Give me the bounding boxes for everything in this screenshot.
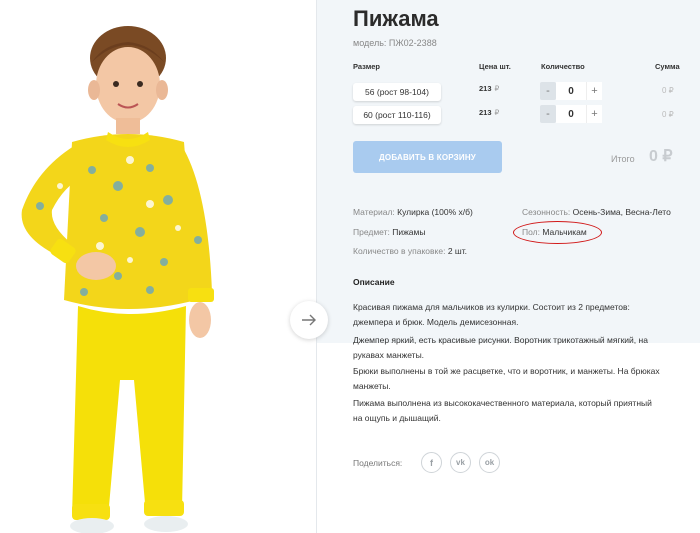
sum-row-2: 0 ₽: [662, 110, 674, 119]
header-sum: Сумма: [655, 62, 680, 71]
description-paragraph-3: Брюки выполнены в той же расцветке, что …: [353, 364, 698, 394]
header-price: Цена шт.: [479, 62, 511, 71]
text-line: Красивая пижама для мальчиков из кулирки…: [353, 302, 630, 312]
odnoklassniki-icon: ok: [484, 458, 495, 467]
facebook-share-button[interactable]: f: [421, 452, 442, 473]
ok-share-button[interactable]: ok: [479, 452, 500, 473]
facebook-icon: f: [430, 457, 433, 468]
currency-symbol: ₽: [494, 108, 500, 117]
attribute-subject: Предмет: Пижамы: [353, 227, 426, 237]
vk-icon: vk: [456, 458, 465, 467]
attribute-value: Осень-Зима, Весна-Лето: [572, 207, 671, 217]
text-line: Брюки выполнены в той же расцветке, что …: [353, 366, 660, 376]
product-model: модель: ПЖ02-2388: [353, 38, 437, 48]
currency-symbol: ₽: [494, 84, 500, 93]
add-to-cart-button[interactable]: ДОБАВИТЬ В КОРЗИНУ: [353, 141, 502, 173]
attribute-value: Кулирка (100% х/б): [397, 207, 473, 217]
decrement-button[interactable]: -: [540, 82, 556, 100]
text-line: манжеты.: [353, 381, 391, 391]
size-option-56[interactable]: 56 (рост 98-104): [353, 83, 441, 101]
attribute-key: Предмет:: [353, 227, 390, 237]
product-photo: [0, 0, 316, 533]
share-label: Поделиться:: [353, 458, 403, 468]
text-line: на ощупь и дышащий.: [353, 413, 441, 423]
description-paragraph-1: Красивая пижама для мальчиков из кулирки…: [353, 300, 698, 330]
text-line: Пижама выполнена из высококачественного …: [353, 398, 652, 408]
total-value: 0 ₽: [649, 148, 673, 165]
price-row-2: 213 ₽: [479, 108, 499, 117]
price-value: 213: [479, 108, 492, 117]
increment-button[interactable]: +: [586, 105, 602, 123]
increment-button[interactable]: +: [586, 82, 602, 100]
attribute-value: Пижамы: [392, 227, 426, 237]
product-image: [21, 26, 214, 533]
header-qty: Количество: [541, 62, 585, 71]
quantity-input[interactable]: 0: [556, 82, 586, 100]
sum-row-1: 0 ₽: [662, 86, 674, 95]
text-line: рукавах манжеты.: [353, 350, 425, 360]
attribute-pack: Количество в упаковке: 2 шт.: [353, 246, 467, 256]
quantity-input[interactable]: 0: [556, 105, 586, 123]
header-size: Размер: [353, 62, 381, 71]
total-label: Итого: [611, 154, 635, 164]
size-option-60[interactable]: 60 (рост 110-116): [353, 106, 441, 124]
next-image-button[interactable]: [290, 301, 328, 339]
highlight-circle: [513, 221, 602, 244]
decrement-button[interactable]: -: [540, 105, 556, 123]
attribute-key: Сезонность:: [522, 207, 571, 217]
description-heading: Описание: [353, 277, 395, 287]
description-paragraph-4: Пижама выполнена из высококачественного …: [353, 396, 698, 426]
attribute-value: 2 шт.: [447, 246, 468, 256]
text-line: Джемпер яркий, есть красивые рисунки. Во…: [353, 335, 648, 345]
arrow-right-icon: [302, 314, 316, 326]
price-value: 213: [479, 84, 492, 93]
product-title: Пижама: [353, 6, 439, 31]
attribute-material: Материал: Кулирка (100% х/б): [353, 207, 473, 217]
attribute-key: Материал:: [353, 207, 395, 217]
attribute-key: Количество в упаковке:: [353, 246, 446, 256]
quantity-stepper-row-1: - 0 +: [540, 82, 602, 100]
vk-share-button[interactable]: vk: [450, 452, 471, 473]
quantity-stepper-row-2: - 0 +: [540, 105, 602, 123]
price-row-1: 213 ₽: [479, 84, 499, 93]
attribute-season: Сезонность: Осень-Зима, Весна-Лето: [522, 207, 671, 217]
text-line: джемпера и брюк. Модель демисезонная.: [353, 317, 519, 327]
description-paragraph-2: Джемпер яркий, есть красивые рисунки. Во…: [353, 333, 698, 363]
